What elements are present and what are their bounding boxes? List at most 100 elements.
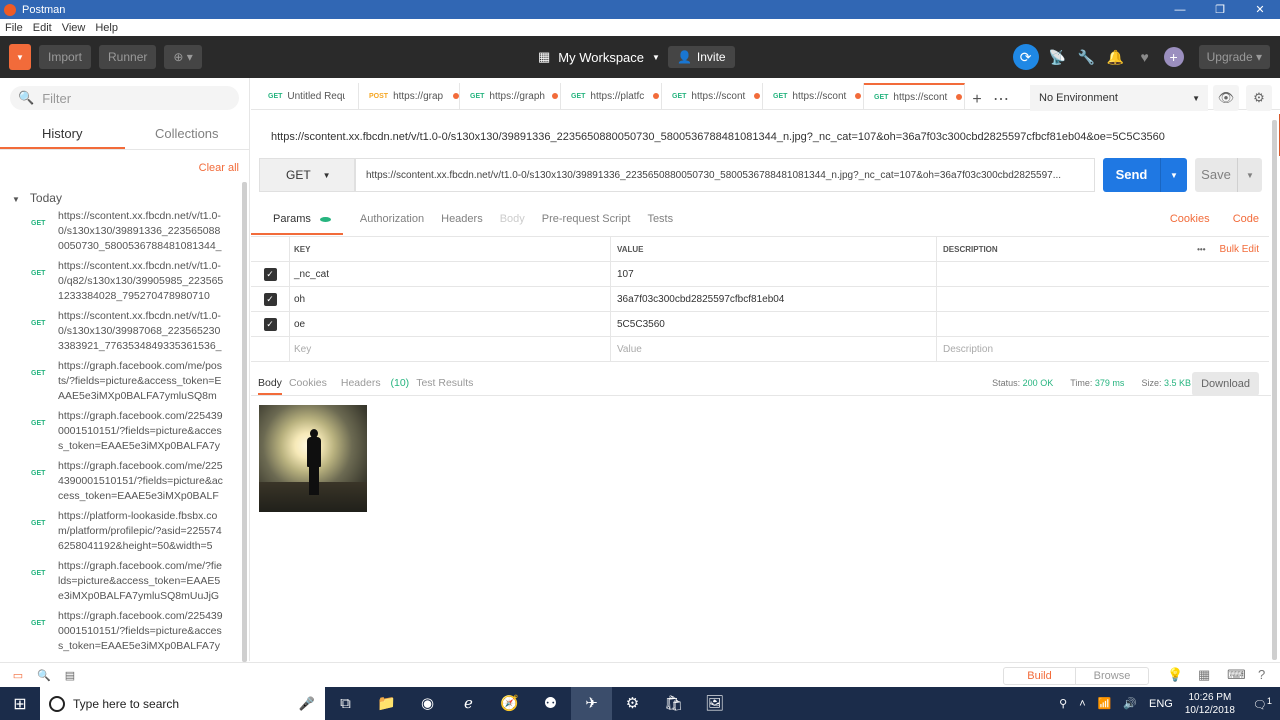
sidebar-scrollbar[interactable]	[242, 182, 247, 662]
tab-body[interactable]: Body	[489, 213, 525, 235]
param-value[interactable]: 107	[610, 262, 936, 286]
tab-headers[interactable]: Headers	[430, 213, 483, 235]
row-checkbox[interactable]: ✓	[263, 292, 277, 306]
list-item[interactable]: GET https://scontent.xx.fbcdn.net/v/t1.0-…	[0, 258, 240, 308]
tab-prerequest[interactable]: Pre-request Script	[531, 213, 631, 235]
gear-icon[interactable]: ⚙	[1246, 85, 1272, 111]
workspace-switcher[interactable]: ▦ My Workspace ▼ 👤 Invite	[538, 36, 735, 78]
param-description[interactable]	[936, 312, 1269, 336]
wifi-icon[interactable]: 📶	[1098, 697, 1112, 710]
file-explorer-icon[interactable]: 📁	[366, 687, 407, 720]
tab-test-results[interactable]: Test Results	[416, 377, 473, 389]
menu-view[interactable]: View	[57, 22, 91, 34]
minimize-button[interactable]: —	[1160, 4, 1200, 16]
request-tab[interactable]: GET https://platfc	[561, 83, 662, 109]
cookies-link[interactable]: Cookies	[1159, 213, 1210, 225]
method-select[interactable]: GET ▼	[259, 158, 355, 192]
param-description[interactable]	[936, 262, 1269, 286]
menu-edit[interactable]: Edit	[28, 22, 57, 34]
list-item[interactable]: GET https://platform-lookaside.fbsbx.com/…	[0, 508, 240, 558]
list-item[interactable]: GET https://scontent.xx.fbcdn.net/v/t1.0-…	[0, 308, 240, 358]
build-button[interactable]: Build	[1004, 668, 1076, 684]
edge-icon[interactable]: ℯ	[448, 687, 489, 720]
tab-response-cookies[interactable]: Cookies	[289, 377, 327, 389]
volume-icon[interactable]: 🔊	[1123, 697, 1137, 710]
main-scrollbar[interactable]	[1272, 120, 1277, 660]
notification-icon[interactable]: 🗨1	[1253, 696, 1272, 712]
new-value-input[interactable]: Value	[610, 337, 936, 361]
invite-button[interactable]: 👤 Invite	[667, 46, 735, 68]
request-tab[interactable]: POST https://grap	[359, 83, 460, 109]
upgrade-button[interactable]: Upgrade ▾	[1198, 45, 1270, 69]
import-button[interactable]: Import	[39, 45, 92, 69]
windows-start-icon[interactable]: ⊞	[0, 694, 40, 714]
sync-icon[interactable]: ⟳	[1012, 44, 1039, 70]
request-tab[interactable]: GET https://scont	[662, 83, 763, 109]
help-icon[interactable]: ?	[1258, 667, 1265, 682]
console-icon[interactable]: ▤	[62, 669, 78, 682]
save-button[interactable]: Save ▼	[1195, 158, 1262, 192]
bell-icon[interactable]: 🔔	[1106, 49, 1126, 66]
request-tab-active[interactable]: GET https://scont	[864, 83, 965, 109]
clear-all-link[interactable]: Clear all	[0, 150, 249, 178]
new-description-input[interactable]: Description	[936, 337, 1269, 361]
download-button[interactable]: Download	[1192, 372, 1259, 396]
settings-gear-icon[interactable]: ⚙	[612, 687, 653, 720]
param-value[interactable]: 5C5C3560	[610, 312, 936, 336]
request-tab[interactable]: GET Untitled Reques	[258, 83, 359, 109]
maximize-button[interactable]: ❐	[1200, 3, 1240, 16]
menu-file[interactable]: File	[0, 22, 28, 34]
people-icon[interactable]: ⚲	[1059, 697, 1067, 710]
list-item[interactable]: GET https://graph.facebook.com/me/2254390…	[0, 458, 240, 508]
satellite-icon[interactable]: 📡	[1048, 49, 1068, 66]
list-item[interactable]: GET https://graph.facebook.com/me/posts/?…	[0, 358, 240, 408]
param-value[interactable]: 36a7f03c300cbd2825597cfbcf81eb04	[610, 287, 936, 311]
game-app-icon[interactable]: ⚉	[530, 687, 571, 720]
new-key-input[interactable]: Key	[289, 337, 610, 361]
bulb-icon[interactable]: 💡	[1167, 667, 1183, 683]
search-icon[interactable]: 🔍	[36, 669, 52, 682]
more-options-icon[interactable]: •••	[1197, 245, 1205, 254]
param-key[interactable]: oh	[289, 287, 610, 311]
language-indicator[interactable]: ENG	[1149, 698, 1173, 710]
filter-input[interactable]: 🔍 Filter	[10, 86, 239, 110]
sidebar-toggle-icon[interactable]: ▭	[10, 669, 26, 682]
tab-response-headers[interactable]: Headers (10)	[334, 377, 409, 389]
clock[interactable]: 10:26 PM 10/12/2018	[1185, 691, 1235, 717]
list-item[interactable]: GET https://graph.facebook.com/2254390001…	[0, 408, 240, 458]
microphone-icon[interactable]: 🎤	[299, 696, 315, 712]
eye-icon[interactable]: 👁	[1213, 85, 1239, 111]
new-dropdown-caret-icon[interactable]: ▼	[9, 53, 31, 62]
param-key[interactable]: oe	[289, 312, 610, 336]
add-user-icon[interactable]: +	[1163, 47, 1184, 67]
request-tab[interactable]: GET https://scont	[763, 83, 864, 109]
code-link[interactable]: Code	[1222, 213, 1259, 225]
new-window-button[interactable]: ⊕ ▾	[164, 45, 202, 69]
chevron-up-icon[interactable]: ˄	[1079, 698, 1085, 710]
request-tab[interactable]: GET https://graph	[460, 83, 561, 109]
param-key[interactable]: _nc_cat	[289, 262, 610, 286]
chevron-down-icon[interactable]: ▼	[1161, 171, 1187, 180]
more-tabs-icon[interactable]: ⋯	[989, 89, 1013, 109]
list-item[interactable]: GET https://graph.facebook.com/me/?fields…	[0, 558, 240, 608]
taskbar-search[interactable]: Type here to search 🎤	[40, 687, 325, 720]
postman-taskbar-icon[interactable]: ✈	[571, 687, 612, 720]
tab-response-body[interactable]: Body	[258, 377, 282, 395]
chevron-down-icon[interactable]: ▼	[1238, 171, 1262, 180]
close-button[interactable]: ✕	[1240, 3, 1280, 16]
send-button[interactable]: Send ▼	[1103, 158, 1187, 192]
new-button[interactable]: ⊞ New ▼	[9, 44, 1280, 156]
list-item[interactable]: GET https://graph.facebook.com/2254390001…	[0, 608, 240, 658]
keyboard-icon[interactable]: ⌨	[1227, 667, 1246, 683]
runner-button[interactable]: Runner	[99, 45, 157, 69]
tab-collections[interactable]: Collections	[125, 118, 250, 149]
list-item[interactable]: GET https://scontent.xx.fbcdn.net/v/t1.0-…	[0, 208, 240, 258]
tab-params[interactable]: Params	[251, 213, 343, 235]
add-tab-icon[interactable]: +	[965, 91, 989, 109]
wrench-icon[interactable]: 🔧	[1077, 49, 1097, 66]
heart-icon[interactable]: ♥	[1135, 49, 1155, 65]
menu-help[interactable]: Help	[90, 22, 123, 34]
tab-tests[interactable]: Tests	[636, 213, 673, 235]
row-checkbox[interactable]: ✓	[263, 317, 277, 331]
tab-authorization[interactable]: Authorization	[349, 213, 424, 235]
